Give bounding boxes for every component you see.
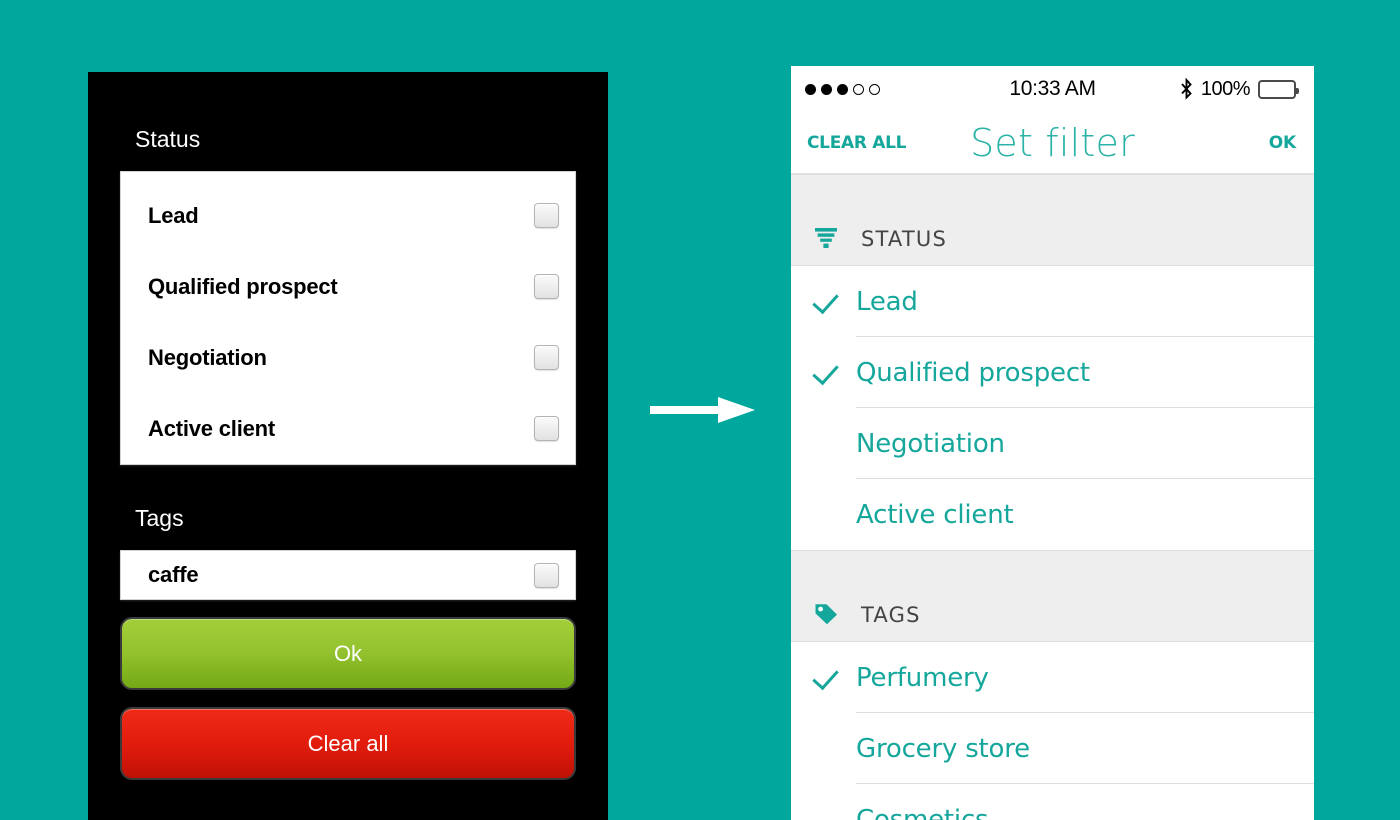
old-status-row-qualified-prospect[interactable]: Qualified prospect	[121, 251, 575, 322]
filter-row-perfumery[interactable]: Perfumery	[791, 642, 1314, 713]
arrow-right-icon	[650, 397, 755, 423]
filter-row-lead[interactable]: Lead	[791, 266, 1314, 337]
ios-nav-bar: CLEAR ALL Set filter OK	[791, 112, 1314, 174]
old-status-row-lead[interactable]: Lead	[121, 180, 575, 251]
filter-row-negotiation[interactable]: Negotiation	[791, 408, 1314, 479]
old-tags-row-caffe[interactable]: caffe	[121, 551, 575, 599]
old-tags-section-label: Tags	[135, 505, 184, 531]
old-android-filter-screen: Status Lead Qualified prospect Negotiati…	[88, 72, 608, 820]
new-ios-set-filter-screen: 10:33 AM 100% CLEAR ALL Set filter OK ST…	[791, 66, 1314, 820]
ok-button[interactable]: OK	[1269, 133, 1296, 153]
battery-icon	[1258, 79, 1299, 99]
check-slot-perfumery	[812, 662, 856, 690]
filter-row-cosmetics[interactable]: Cosmetics	[791, 784, 1314, 820]
filter-label-active-client: Active client	[856, 499, 1014, 530]
old-status-label-active-client: Active client	[148, 415, 276, 441]
old-tags-label-caffe: caffe	[148, 562, 199, 587]
old-checkbox-negotiation[interactable]	[534, 345, 559, 370]
check-slot-active-client	[813, 508, 856, 522]
old-checkbox-lead[interactable]	[534, 203, 559, 228]
old-status-label-qualified-prospect: Qualified prospect	[148, 273, 338, 299]
filter-row-qualified-prospect[interactable]: Qualified prospect	[791, 337, 1314, 408]
check-icon-perfumery	[812, 662, 839, 690]
filter-label-grocery-store: Grocery store	[856, 733, 1030, 764]
status-bar-right-group: 100%	[1180, 77, 1299, 101]
check-icon-lead	[812, 286, 839, 314]
bluetooth-icon	[1181, 78, 1192, 100]
old-checkbox-qualified-prospect[interactable]	[534, 274, 559, 299]
ios-status-bar: 10:33 AM 100%	[791, 66, 1314, 112]
check-icon-qualified-prospect	[812, 357, 839, 385]
old-status-section-label: Status	[135, 126, 201, 152]
old-clear-all-button[interactable]: Clear all	[120, 707, 576, 780]
old-status-label-negotiation: Negotiation	[148, 344, 267, 370]
filter-label-lead: Lead	[856, 286, 918, 317]
status-section-header: STATUS	[791, 174, 1314, 266]
old-tags-card: caffe	[120, 550, 576, 600]
battery-percent-label: 100%	[1200, 77, 1251, 100]
old-status-card: Lead Qualified prospect Negotiation Acti…	[120, 171, 576, 465]
filter-label-qualified-prospect: Qualified prospect	[856, 357, 1090, 388]
funnel-icon	[815, 228, 837, 248]
old-status-row-active-client[interactable]: Active client	[121, 393, 575, 464]
old-status-row-negotiation[interactable]: Negotiation	[121, 322, 575, 393]
check-slot-grocery-store	[813, 742, 856, 756]
filter-row-active-client[interactable]: Active client	[791, 479, 1314, 550]
old-checkbox-caffe[interactable]	[534, 562, 559, 588]
old-ok-button[interactable]: Ok	[120, 617, 576, 690]
tag-icon	[815, 604, 837, 625]
filter-label-perfumery: Perfumery	[856, 662, 989, 693]
filter-label-negotiation: Negotiation	[856, 428, 1005, 459]
tags-section-title: TAGS	[861, 603, 921, 627]
check-slot-lead	[812, 286, 856, 314]
old-checkbox-active-client[interactable]	[534, 416, 559, 441]
status-section-title: STATUS	[861, 227, 947, 251]
check-slot-negotiation	[813, 437, 856, 451]
filter-row-grocery-store[interactable]: Grocery store	[791, 713, 1314, 784]
filter-label-cosmetics: Cosmetics	[856, 804, 989, 820]
tags-section-header: TAGS	[791, 550, 1314, 642]
check-slot-cosmetics	[813, 813, 856, 820]
clear-all-button[interactable]: CLEAR ALL	[807, 133, 907, 153]
check-slot-qualified-prospect	[812, 357, 856, 385]
old-status-label-lead: Lead	[148, 202, 199, 228]
